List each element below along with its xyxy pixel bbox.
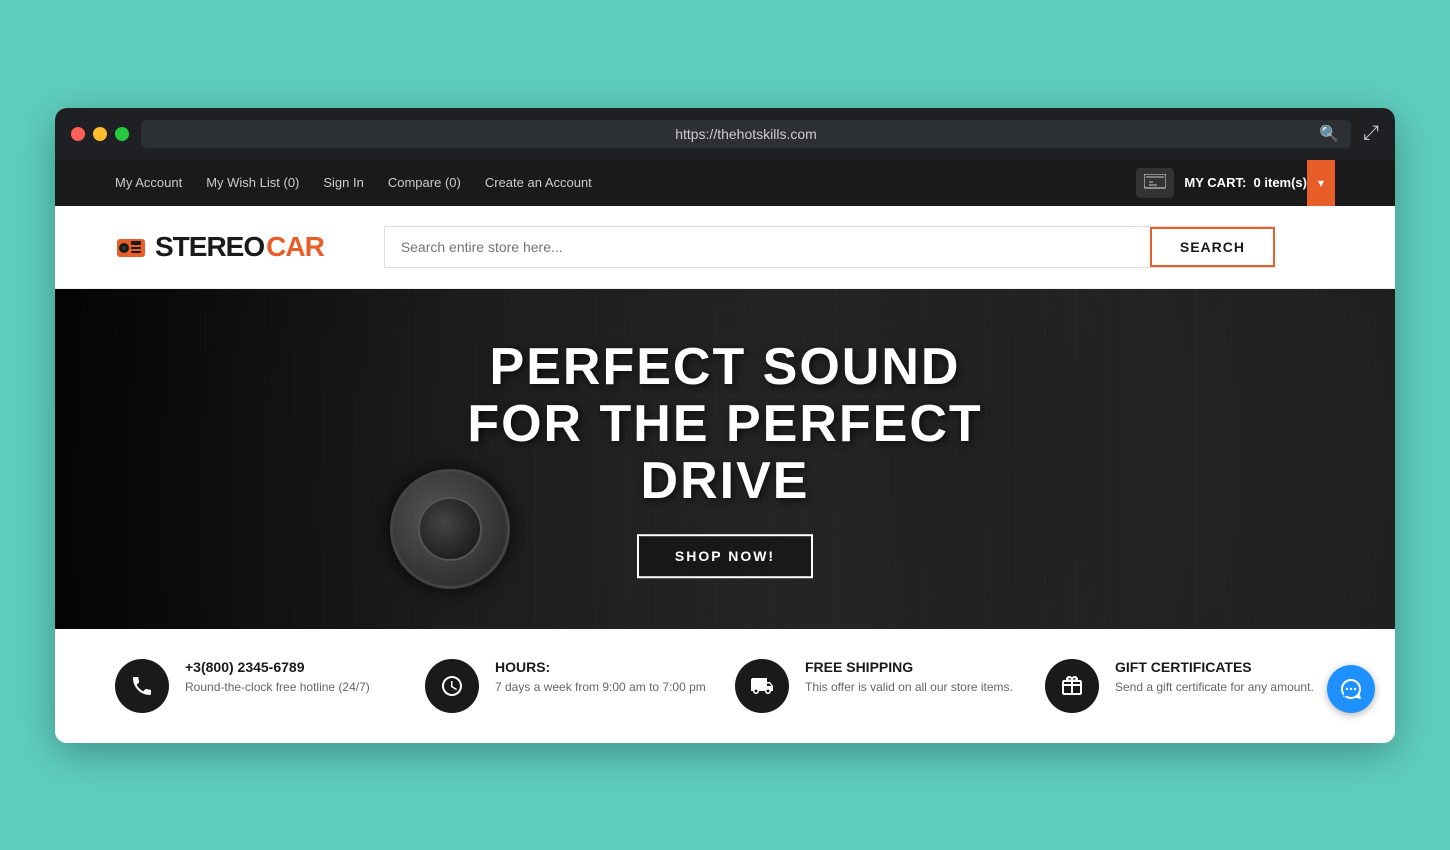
feature-hours-title: HOURS:: [495, 659, 706, 675]
nav-my-account[interactable]: My Account: [115, 175, 182, 190]
expand-icon[interactable]: ⤢: [1363, 122, 1379, 145]
logo-stereo-text: STEREO: [155, 231, 264, 263]
close-button[interactable]: [71, 127, 85, 141]
logo-icon: [115, 231, 147, 263]
truck-icon: [735, 659, 789, 713]
feature-phone: +3(800) 2345-6789 Round-the-clock free h…: [115, 659, 405, 713]
nav-signin[interactable]: Sign In: [323, 175, 363, 190]
feature-hours: HOURS: 7 days a week from 9:00 am to 7:0…: [425, 659, 715, 713]
feature-hours-text: HOURS: 7 days a week from 9:00 am to 7:0…: [495, 659, 706, 696]
cart-area[interactable]: MY CART: 0 item(s): [1136, 168, 1307, 198]
nav-dropdown-arrow[interactable]: ▾: [1307, 160, 1335, 206]
nav-create-account[interactable]: Create an Account: [485, 175, 592, 190]
cart-label: MY CART: 0 item(s): [1184, 175, 1307, 190]
feature-shipping-desc: This offer is valid on all our store ite…: [805, 679, 1013, 696]
top-nav: My Account My Wish List (0) Sign In Comp…: [55, 160, 1395, 206]
search-bar: SEARCH: [384, 226, 1275, 268]
site-logo[interactable]: STEREO CAR: [115, 231, 324, 263]
address-bar[interactable]: https://thehotskills.com 🔍: [141, 120, 1351, 148]
feature-hours-desc: 7 days a week from 9:00 am to 7:00 pm: [495, 679, 706, 696]
top-nav-links: My Account My Wish List (0) Sign In Comp…: [115, 175, 592, 190]
cart-count: 0 item(s): [1254, 175, 1307, 190]
feature-gift-desc: Send a gift certificate for any amount.: [1115, 679, 1314, 696]
shop-now-button[interactable]: SHOP NOW!: [637, 534, 813, 578]
search-input[interactable]: [385, 227, 1150, 267]
features-bar: +3(800) 2345-6789 Round-the-clock free h…: [55, 629, 1395, 743]
cart-icon: [1136, 168, 1174, 198]
hero-title-line1: PERFECT SOUND: [390, 339, 1060, 396]
browser-chrome: https://thehotskills.com 🔍 ⤢: [55, 108, 1395, 160]
nav-wishlist[interactable]: My Wish List (0): [206, 175, 299, 190]
chat-icon: [1339, 677, 1363, 701]
feature-shipping: FREE SHIPPING This offer is valid on all…: [735, 659, 1025, 713]
url-display: https://thehotskills.com: [675, 126, 817, 142]
cart-title: MY CART:: [1184, 175, 1246, 190]
feature-shipping-text: FREE SHIPPING This offer is valid on all…: [805, 659, 1013, 696]
feature-gift-text: GIFT CERTIFICATES Send a gift certificat…: [1115, 659, 1314, 696]
clock-icon: [425, 659, 479, 713]
features-bar-wrapper: +3(800) 2345-6789 Round-the-clock free h…: [55, 629, 1395, 743]
feature-phone-title: +3(800) 2345-6789: [185, 659, 370, 675]
hero-banner: PERFECT SOUND FOR THE PERFECT DRIVE SHOP…: [55, 289, 1395, 629]
browser-search-icon: 🔍: [1319, 124, 1339, 144]
phone-icon: [115, 659, 169, 713]
logo-car-text: CAR: [266, 231, 324, 263]
feature-gift: GIFT CERTIFICATES Send a gift certificat…: [1045, 659, 1335, 713]
minimize-button[interactable]: [93, 127, 107, 141]
maximize-button[interactable]: [115, 127, 129, 141]
hero-title-line2: FOR THE PERFECT DRIVE: [390, 396, 1060, 510]
feature-phone-text: +3(800) 2345-6789 Round-the-clock free h…: [185, 659, 370, 696]
search-button[interactable]: SEARCH: [1150, 227, 1275, 267]
gift-icon: [1045, 659, 1099, 713]
nav-compare[interactable]: Compare (0): [388, 175, 461, 190]
site-header: STEREO CAR SEARCH: [55, 206, 1395, 289]
traffic-lights: [71, 127, 129, 141]
feature-phone-desc: Round-the-clock free hotline (24/7): [185, 679, 370, 696]
feature-gift-title: GIFT CERTIFICATES: [1115, 659, 1314, 675]
feature-shipping-title: FREE SHIPPING: [805, 659, 1013, 675]
chat-widget[interactable]: [1327, 665, 1375, 713]
hero-content: PERFECT SOUND FOR THE PERFECT DRIVE SHOP…: [390, 339, 1060, 579]
browser-window: https://thehotskills.com 🔍 ⤢ My Account …: [55, 108, 1395, 743]
